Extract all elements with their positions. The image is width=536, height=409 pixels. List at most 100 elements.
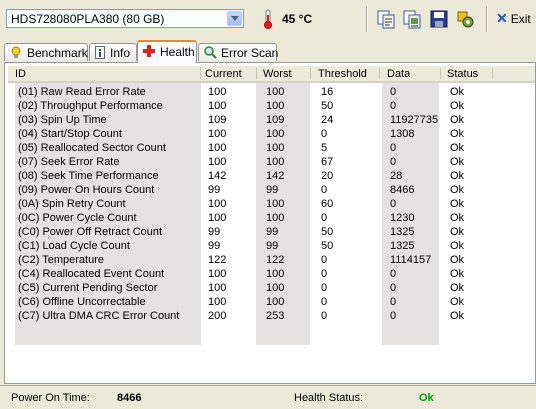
cell-id: (08) Seek Time Performance <box>18 170 159 182</box>
table-row[interactable]: (C4) Reallocated Event Count 100 100 0 0 Ok <box>8 267 535 281</box>
options-icon[interactable] <box>456 9 476 29</box>
cell-worst: 99 <box>266 240 279 252</box>
cell-data: 0 <box>390 156 397 168</box>
cell-data: 1230 <box>390 212 415 224</box>
cell-worst: 253 <box>266 310 285 322</box>
cell-threshold: 50 <box>321 100 334 112</box>
tab-label: Info <box>110 46 131 60</box>
cell-worst: 100 <box>266 296 285 308</box>
table-row[interactable]: (C7) Ultra DMA CRC Error Count 200 253 0 0 Ok <box>8 309 535 323</box>
cell-status: Ok <box>450 100 465 112</box>
table-row[interactable]: (C1) Load Cycle Count 99 99 50 1325 Ok <box>8 239 535 253</box>
column-header-status[interactable]: Status <box>447 68 478 80</box>
temperature-value: 45 °C <box>282 12 313 26</box>
table-row[interactable]: (09) Power On Hours Count 99 99 0 8466 Ok <box>8 183 535 197</box>
drive-select[interactable]: HDS728080PLA380 (80 GB) <box>6 9 244 28</box>
health-cross-icon <box>143 45 155 60</box>
cell-data: 0 <box>390 310 397 322</box>
cell-id: (C5) Current Pending Sector <box>18 282 158 294</box>
chevron-down-icon[interactable] <box>227 11 242 26</box>
cell-threshold: 5 <box>321 142 328 154</box>
column-header-worst[interactable]: Worst <box>263 68 292 80</box>
cell-current: 99 <box>208 240 221 252</box>
table-row[interactable]: (01) Raw Read Error Rate 100 100 16 0 Ok <box>8 85 535 99</box>
cell-status: Ok <box>450 198 465 210</box>
table-row[interactable]: (C2) Temperature 122 122 0 1114157 Ok <box>8 253 535 267</box>
cell-status: Ok <box>450 86 465 98</box>
cell-id: (C4) Reallocated Event Count <box>18 268 165 280</box>
column-header-id[interactable]: ID <box>15 68 26 80</box>
table-row[interactable]: (04) Start/Stop Count 100 100 0 1308 Ok <box>8 127 535 141</box>
table-row[interactable]: (05) Reallocated Sector Count 100 100 5 0 Ok <box>8 141 535 155</box>
cell-current: 100 <box>208 212 227 224</box>
cell-worst: 99 <box>266 184 279 196</box>
cell-data: 28 <box>390 170 403 182</box>
cell-id: (09) Power On Hours Count <box>18 184 155 196</box>
cell-current: 100 <box>208 128 227 140</box>
cell-current: 100 <box>208 156 227 168</box>
cell-data: 0 <box>390 198 397 210</box>
cell-status: Ok <box>450 142 465 154</box>
magnifier-icon <box>204 46 217 62</box>
cell-current: 200 <box>208 310 227 322</box>
cell-id: (0C) Power Cycle Count <box>18 212 137 224</box>
cell-worst: 100 <box>266 142 285 154</box>
cell-current: 109 <box>208 114 227 126</box>
column-header-current[interactable]: Current <box>205 68 242 80</box>
tab-label: Benchmark <box>27 46 88 60</box>
save-icon[interactable] <box>429 9 449 29</box>
column-divider[interactable] <box>379 68 380 79</box>
power-on-value: 8466 <box>117 392 142 404</box>
cell-threshold: 20 <box>321 170 334 182</box>
cell-current: 100 <box>208 296 227 308</box>
column-divider[interactable] <box>200 68 201 79</box>
table-row[interactable]: (02) Throughput Performance 100 100 50 0 Ok <box>8 99 535 113</box>
status-bar: Power On Time: 8466 Health Status: Ok <box>0 384 536 409</box>
cell-threshold: 0 <box>321 184 328 196</box>
cell-status: Ok <box>450 128 465 140</box>
table-row[interactable]: (0C) Power Cycle Count 100 100 0 1230 Ok <box>8 211 535 225</box>
table-row[interactable]: (08) Seek Time Performance 142 142 20 28 Ok <box>8 169 535 183</box>
table-row[interactable]: (C0) Power Off Retract Count 99 99 50 1325 Ok <box>8 225 535 239</box>
copy-text-icon[interactable] <box>376 9 396 29</box>
cell-current: 100 <box>208 142 227 154</box>
tab-info[interactable]: Info <box>89 43 137 61</box>
info-icon <box>95 46 105 62</box>
drive-select-value: HDS728080PLA380 (80 GB) <box>11 12 165 26</box>
table-row[interactable]: (0A) Spin Retry Count 100 100 60 0 Ok <box>8 197 535 211</box>
column-divider[interactable] <box>440 68 441 79</box>
exit-button[interactable]: ✕ Exit <box>496 10 531 27</box>
cell-status: Ok <box>450 156 465 168</box>
copy-image-icon[interactable] <box>402 9 422 29</box>
table-row[interactable]: (07) Seek Error Rate 100 100 67 0 Ok <box>8 155 535 169</box>
cell-threshold: 0 <box>321 254 328 266</box>
cell-status: Ok <box>450 282 465 294</box>
table-header: ID Current Worst Threshold Data Status <box>8 66 535 83</box>
cell-worst: 109 <box>266 114 285 126</box>
cell-data: 0 <box>390 268 397 280</box>
thermometer-icon <box>263 9 273 29</box>
table-row[interactable]: (C5) Current Pending Sector 100 100 0 0 Ok <box>8 281 535 295</box>
column-divider[interactable] <box>310 68 311 79</box>
cell-data: 8466 <box>390 184 415 196</box>
cell-current: 142 <box>208 170 227 182</box>
tab-label: Error Scan <box>221 46 279 60</box>
cell-threshold: 67 <box>321 156 334 168</box>
table-row[interactable]: (C6) Offline Uncorrectable 100 100 0 0 Ok <box>8 295 535 309</box>
column-header-threshold[interactable]: Threshold <box>318 68 367 80</box>
table-row[interactable]: (03) Spin Up Time 109 109 24 11927735 Ok <box>8 113 535 127</box>
column-header-data[interactable]: Data <box>387 68 410 80</box>
tab-error-scan[interactable]: Error Scan <box>198 43 279 62</box>
tab-benchmark[interactable]: Benchmark <box>4 43 88 61</box>
column-divider[interactable] <box>492 68 493 79</box>
cell-threshold: 60 <box>321 198 334 210</box>
cell-worst: 100 <box>266 156 285 168</box>
cell-id: (05) Reallocated Sector Count <box>18 142 166 154</box>
cell-current: 100 <box>208 86 227 98</box>
cell-status: Ok <box>450 310 465 322</box>
cell-current: 100 <box>208 198 227 210</box>
cell-status: Ok <box>450 296 465 308</box>
tab-health[interactable]: Health <box>137 40 197 63</box>
column-divider[interactable] <box>256 68 257 79</box>
cell-threshold: 0 <box>321 212 328 224</box>
